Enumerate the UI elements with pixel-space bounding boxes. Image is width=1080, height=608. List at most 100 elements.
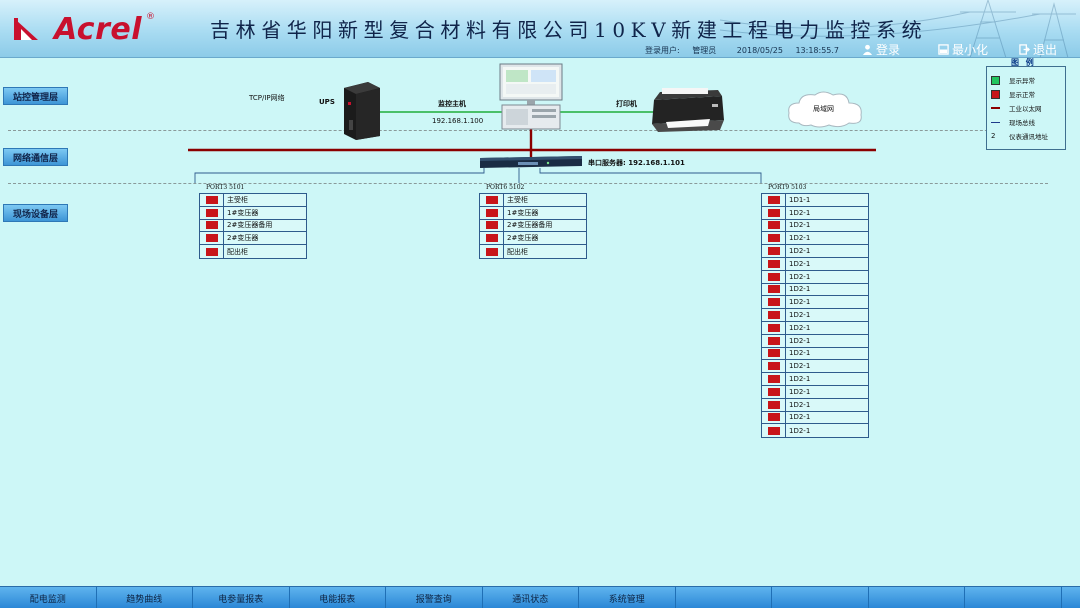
cell-divider xyxy=(785,270,786,283)
device-row[interactable]: 1D2-1 xyxy=(762,309,868,322)
device-row[interactable]: 1D2-1 xyxy=(762,296,868,310)
device-row[interactable]: 2#变压器备用 xyxy=(200,219,306,233)
nav-item[interactable]: 系统管理 xyxy=(579,587,676,608)
host-ip: 192.168.1.100 xyxy=(432,117,484,125)
device-name: 1D2-1 xyxy=(789,298,811,307)
device-row[interactable]: 1D2-1 xyxy=(762,347,868,361)
legend-item: 现场总线 xyxy=(991,117,1035,127)
device-row[interactable]: 1D2-1 xyxy=(762,385,868,399)
cell-divider xyxy=(223,245,224,258)
cell-divider xyxy=(785,347,786,360)
serial-server-icon[interactable] xyxy=(478,155,584,169)
legend-label: 工业以太网 xyxy=(1009,105,1042,113)
port-name: PORT9 5103 xyxy=(768,184,807,191)
nav-item[interactable]: 趋势曲线 xyxy=(97,587,193,608)
nav-item[interactable]: 电能报表 xyxy=(290,587,386,608)
cell-divider xyxy=(785,398,786,411)
device-name: 1D2-1 xyxy=(789,247,811,256)
device-list: 1D1-1 1D2-1 1D2-1 1D2-1 1D2-1 1D2-1 1D2-1 1D2-1… xyxy=(762,194,868,438)
status-indicator xyxy=(206,247,218,256)
device-row[interactable]: 配出柜 xyxy=(200,245,306,258)
legend-label: 显示正常 xyxy=(1009,91,1035,99)
port-panel-2: PORT6 5102 主受柜 1#变压器 2#变压器备用 2#变压器配出柜 xyxy=(479,184,587,259)
status-indicator xyxy=(768,247,780,256)
status-indicator xyxy=(768,272,780,281)
nav-item[interactable]: 配电监测 xyxy=(0,587,97,608)
device-name: 1D2-1 xyxy=(789,311,811,320)
device-row[interactable]: 1D2-1 xyxy=(762,321,868,335)
device-row[interactable]: 1D2-1 xyxy=(762,270,868,284)
device-row[interactable]: 1D2-1 xyxy=(762,206,868,220)
device-name: 2#变压器 xyxy=(507,234,539,243)
cell-divider xyxy=(785,334,786,347)
device-name: 2#变压器备用 xyxy=(227,221,273,230)
device-row[interactable]: 1D2-1 xyxy=(762,219,868,233)
device-row[interactable]: 1#变压器 xyxy=(200,206,306,220)
legend-swatch: 2 xyxy=(991,131,996,140)
device-row[interactable]: 主受柜 xyxy=(480,194,586,207)
cell-divider xyxy=(503,245,504,258)
status-indicator xyxy=(768,221,780,230)
device-name: 1D1-1 xyxy=(789,195,811,204)
nav-item[interactable]: 报警查询 xyxy=(386,587,483,608)
device-row[interactable]: 2#变压器备用 xyxy=(480,219,586,233)
status-indicator xyxy=(768,259,780,268)
legend-swatch xyxy=(991,75,1000,85)
device-row[interactable]: 2#变压器 xyxy=(200,232,306,246)
cell-divider xyxy=(785,411,786,424)
device-row[interactable]: 2#变压器 xyxy=(480,232,586,246)
cell-divider xyxy=(223,232,224,245)
device-name: 1D2-1 xyxy=(789,323,811,332)
cell-divider xyxy=(785,385,786,398)
cell-divider xyxy=(223,206,224,219)
device-row[interactable]: 1D2-1 xyxy=(762,334,868,348)
device-row[interactable]: 1D1-1 xyxy=(762,194,868,207)
cell-divider xyxy=(785,321,786,334)
status-indicator xyxy=(486,195,498,204)
device-row[interactable]: 1#变压器 xyxy=(480,206,586,220)
legend-label: 显示异常 xyxy=(1009,77,1035,85)
device-name: 1D2-1 xyxy=(789,413,811,422)
cell-divider xyxy=(785,283,786,296)
status-indicator xyxy=(768,234,780,243)
printer-label: 打印机 xyxy=(616,100,637,108)
cell-divider xyxy=(785,257,786,270)
cell-divider xyxy=(223,219,224,232)
device-name: 配出柜 xyxy=(227,247,248,256)
device-row[interactable]: 1D2-1 xyxy=(762,360,868,374)
port-name: PORT6 5102 xyxy=(486,184,525,191)
monitoring-host-icon[interactable] xyxy=(498,63,564,131)
legend-item: 显示异常 xyxy=(991,75,1035,85)
ups-label: UPS xyxy=(319,98,335,106)
device-name: 1D2-1 xyxy=(789,426,811,435)
device-row[interactable]: 1D2-1 xyxy=(762,424,868,438)
status-indicator xyxy=(768,311,780,320)
lan-label: 局域网 xyxy=(813,105,834,113)
status-indicator xyxy=(768,400,780,409)
port-name: PORT3 5101 xyxy=(206,184,245,191)
cell-divider xyxy=(223,194,224,206)
legend-item: 工业以太网 xyxy=(991,103,1042,113)
device-row[interactable]: 1D2-1 xyxy=(762,398,868,412)
bottom-nav: 配电监测 趋势曲线 电参量报表 电能报表 报警查询 通讯状态 系统管理 xyxy=(0,586,1080,608)
device-row[interactable]: 主受柜 xyxy=(200,194,306,207)
printer-icon[interactable] xyxy=(648,86,728,132)
ups-device-icon[interactable] xyxy=(340,80,382,140)
device-row[interactable]: 配出柜 xyxy=(480,245,586,258)
status-indicator xyxy=(768,349,780,358)
device-row[interactable]: 1D2-1 xyxy=(762,283,868,297)
device-name: 主受柜 xyxy=(507,195,528,204)
device-row[interactable]: 1D2-1 xyxy=(762,245,868,258)
port-panel-1: PORT3 5101 主受柜 1#变压器 2#变压器备用 2#变压器 配出柜 xyxy=(199,184,307,259)
nav-item[interactable]: 通讯状态 xyxy=(483,587,579,608)
device-row[interactable]: 1D2-1 xyxy=(762,373,868,386)
cell-divider xyxy=(503,232,504,245)
device-name: 1#变压器 xyxy=(507,208,539,217)
device-row[interactable]: 1D2-1 xyxy=(762,232,868,246)
status-indicator xyxy=(768,323,780,332)
nav-item[interactable]: 电参量报表 xyxy=(193,587,290,608)
device-list: 主受柜 1#变压器 2#变压器备用 2#变压器配出柜 xyxy=(480,194,586,258)
device-row[interactable]: 1D2-1 xyxy=(762,257,868,271)
host-label: 监控主机 xyxy=(438,100,466,108)
device-row[interactable]: 1D2-1 xyxy=(762,411,868,425)
